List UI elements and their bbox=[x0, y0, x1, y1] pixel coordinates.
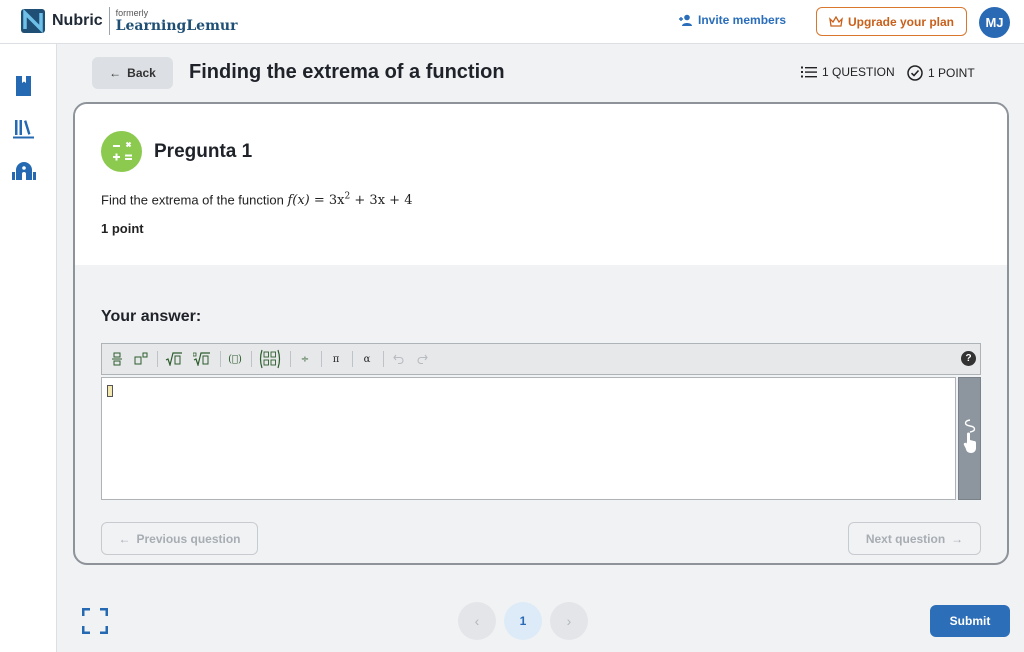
superscript-icon bbox=[134, 352, 148, 365]
fraction-button[interactable] bbox=[106, 347, 128, 371]
toolbar-divider bbox=[251, 351, 252, 367]
page-next-button[interactable]: › bbox=[550, 602, 588, 640]
handwriting-mode-toggle[interactable] bbox=[958, 377, 981, 500]
school-icon bbox=[12, 162, 36, 180]
question-header: Pregunta 1 Find the extrema of the funct… bbox=[75, 104, 1007, 265]
invite-members-label: Invite members bbox=[698, 13, 787, 27]
square-root-icon bbox=[165, 352, 182, 366]
top-bar: Nubric formerly LearningLemur Invite mem… bbox=[0, 0, 1024, 44]
sidebar bbox=[0, 44, 57, 652]
back-button[interactable]: ← Back bbox=[92, 57, 173, 89]
arrow-right-icon: → bbox=[951, 531, 964, 546]
brand-formerly-block: formerly LearningLemur bbox=[116, 8, 238, 34]
sidebar-item-school[interactable] bbox=[12, 159, 36, 183]
superscript-button[interactable] bbox=[130, 347, 152, 371]
toolbar-divider bbox=[220, 351, 221, 367]
redo-icon bbox=[417, 354, 428, 364]
matrix-button[interactable] bbox=[255, 347, 285, 371]
formula: f(x) = 3x2 + 3x + 4 bbox=[287, 192, 413, 209]
toolbar-divider bbox=[321, 351, 322, 367]
next-question-button[interactable]: Next question → bbox=[848, 522, 981, 555]
invite-members-button[interactable]: Invite members bbox=[679, 13, 786, 27]
user-avatar[interactable]: MJ bbox=[979, 7, 1010, 38]
brand-name: Nubric bbox=[52, 12, 103, 29]
nth-root-button[interactable] bbox=[189, 347, 215, 371]
back-label: Back bbox=[127, 66, 156, 80]
previous-question-button[interactable]: ← Previous question bbox=[101, 522, 258, 555]
formula-exponent: 2 bbox=[344, 192, 351, 202]
toolbar-divider bbox=[290, 351, 291, 367]
question-count-label: 1 QUESTION bbox=[822, 65, 895, 79]
nubric-logo-icon bbox=[21, 8, 45, 34]
nth-root-icon bbox=[193, 352, 210, 366]
parentheses-button[interactable]: (⃞) bbox=[224, 347, 246, 371]
toolbar-divider bbox=[157, 351, 158, 367]
arrow-left-icon: ← bbox=[118, 531, 131, 546]
fullscreen-icon bbox=[81, 607, 109, 635]
toolbar-divider bbox=[383, 351, 384, 367]
undo-button[interactable] bbox=[387, 347, 409, 371]
question-text-prefix: Find the extrema of the function bbox=[101, 192, 284, 208]
page-current[interactable]: 1 bbox=[504, 602, 542, 640]
pi-button[interactable]: π bbox=[325, 347, 347, 371]
next-question-label: Next question bbox=[865, 531, 946, 546]
fraction-icon bbox=[112, 352, 122, 366]
math-toolbar: (⃞) ÷ π α ? bbox=[101, 343, 981, 375]
brand-divider bbox=[108, 7, 110, 35]
math-answer-input[interactable] bbox=[101, 377, 956, 500]
arrow-left-icon: ← bbox=[109, 66, 122, 80]
notebook-icon bbox=[16, 76, 31, 96]
redo-button[interactable] bbox=[411, 347, 433, 371]
square-root-button[interactable] bbox=[161, 347, 187, 371]
formula-fx: f(x) bbox=[287, 193, 310, 209]
upgrade-plan-label: Upgrade your plan bbox=[847, 14, 954, 29]
point-count-label: 1 POINT bbox=[928, 66, 975, 80]
crown-icon bbox=[829, 15, 843, 27]
greek-letters-button[interactable]: α bbox=[356, 347, 378, 371]
sidebar-item-library[interactable] bbox=[12, 117, 36, 141]
matrix-icon bbox=[259, 349, 281, 369]
list-icon bbox=[801, 66, 817, 78]
undo-icon bbox=[392, 354, 403, 364]
question-points: 1 point bbox=[101, 221, 144, 236]
question-text: Find the extrema of the function f(x) = … bbox=[101, 192, 412, 208]
old-brand-name: LearningLemur bbox=[115, 18, 238, 34]
calculator-icon bbox=[101, 131, 142, 172]
brand[interactable]: Nubric formerly LearningLemur bbox=[20, 7, 237, 35]
question-count: 1 QUESTION bbox=[801, 65, 895, 79]
formerly-label: formerly bbox=[115, 8, 149, 18]
add-person-icon bbox=[679, 14, 692, 26]
fullscreen-button[interactable] bbox=[81, 607, 109, 635]
divide-button[interactable]: ÷ bbox=[294, 347, 316, 371]
upgrade-plan-button[interactable]: Upgrade your plan bbox=[816, 7, 967, 36]
check-circle-icon bbox=[907, 65, 923, 81]
toolbar-divider bbox=[352, 351, 353, 367]
submit-button[interactable]: Submit bbox=[930, 605, 1010, 637]
library-icon bbox=[13, 120, 34, 139]
sidebar-item-assignments[interactable] bbox=[12, 74, 36, 98]
page-prev-button[interactable]: ‹ bbox=[458, 602, 496, 640]
handwriting-hand-icon bbox=[963, 419, 976, 453]
help-icon[interactable]: ? bbox=[961, 351, 976, 366]
page-title: Finding the extrema of a function bbox=[189, 61, 505, 83]
question-title: Pregunta 1 bbox=[154, 141, 253, 162]
previous-question-label: Previous question bbox=[136, 531, 241, 546]
formula-rest: + 3x + 4 bbox=[354, 193, 413, 209]
cursor-placeholder bbox=[107, 385, 113, 397]
question-card: Pregunta 1 Find the extrema of the funct… bbox=[73, 102, 1009, 565]
answer-label: Your answer: bbox=[101, 308, 202, 325]
formula-eq: = 3x bbox=[313, 193, 345, 209]
point-count: 1 POINT bbox=[907, 65, 975, 81]
